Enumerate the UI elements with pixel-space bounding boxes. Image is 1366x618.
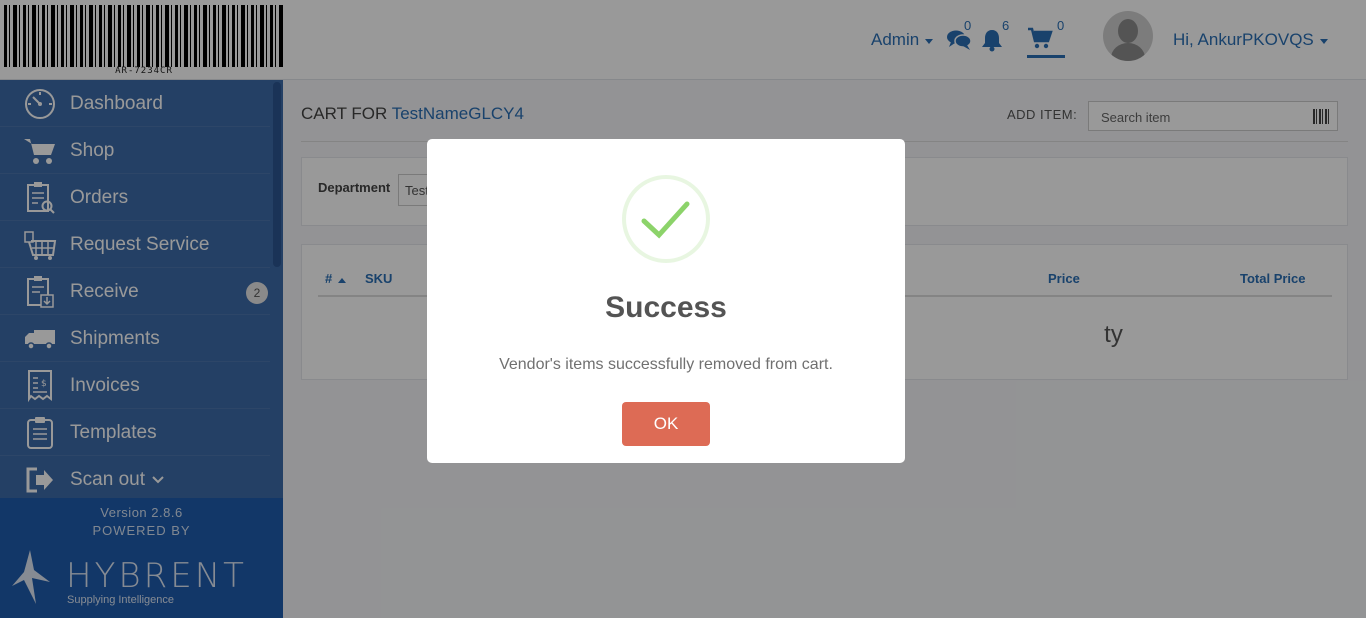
success-check-icon xyxy=(622,175,710,263)
dialog-title: Success xyxy=(605,291,727,324)
dialog-message: Vendor's items successfully removed from… xyxy=(499,356,833,373)
success-dialog: Success Vendor's items successfully remo… xyxy=(427,139,905,463)
ok-button[interactable]: OK xyxy=(622,402,710,446)
